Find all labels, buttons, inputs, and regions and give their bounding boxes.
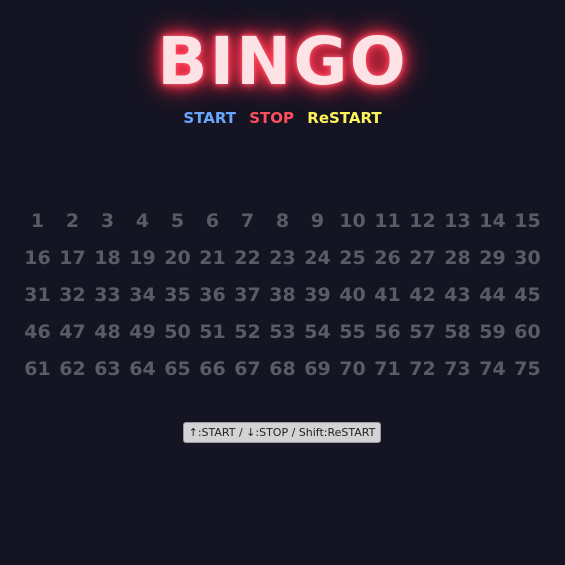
number-cell: 62 <box>59 358 86 380</box>
number-cell: 42 <box>409 284 436 306</box>
number-cell: 36 <box>199 284 226 306</box>
number-cell: 17 <box>59 247 86 269</box>
number-cell: 49 <box>129 321 156 343</box>
number-cell: 47 <box>59 321 86 343</box>
number-cell: 40 <box>339 284 366 306</box>
number-cell: 27 <box>409 247 436 269</box>
number-cell: 25 <box>339 247 366 269</box>
number-cell: 60 <box>514 321 541 343</box>
number-cell: 32 <box>59 284 86 306</box>
number-cell: 45 <box>514 284 541 306</box>
number-cell: 8 <box>275 210 290 232</box>
number-cell: 61 <box>24 358 51 380</box>
stop-button[interactable]: STOP <box>249 108 294 128</box>
number-cell: 67 <box>234 358 261 380</box>
number-cell: 19 <box>129 247 156 269</box>
number-cell: 33 <box>94 284 121 306</box>
number-cell: 52 <box>234 321 261 343</box>
number-cell: 66 <box>199 358 226 380</box>
number-cell: 37 <box>234 284 261 306</box>
number-cell: 21 <box>199 247 226 269</box>
number-cell: 48 <box>94 321 121 343</box>
number-cell: 41 <box>374 284 401 306</box>
number-cell: 68 <box>269 358 296 380</box>
number-cell: 5 <box>170 210 185 232</box>
number-cell: 29 <box>479 247 506 269</box>
number-cell: 57 <box>409 321 436 343</box>
number-cell: 73 <box>444 358 471 380</box>
number-cell: 43 <box>444 284 471 306</box>
number-cell: 64 <box>129 358 156 380</box>
number-cell: 58 <box>444 321 471 343</box>
number-cell: 28 <box>444 247 471 269</box>
number-cell: 1 <box>30 210 45 232</box>
number-cell: 50 <box>164 321 191 343</box>
number-cell: 3 <box>100 210 115 232</box>
number-cell: 13 <box>444 210 471 232</box>
number-cell: 18 <box>94 247 121 269</box>
number-cell: 56 <box>374 321 401 343</box>
number-cell: 4 <box>135 210 150 232</box>
number-cell: 69 <box>304 358 331 380</box>
number-cell: 63 <box>94 358 121 380</box>
page-title: BINGO <box>157 23 408 100</box>
number-cell: 65 <box>164 358 191 380</box>
number-cell: 72 <box>409 358 436 380</box>
number-cell: 10 <box>339 210 366 232</box>
number-cell: 54 <box>304 321 331 343</box>
number-cell: 38 <box>269 284 296 306</box>
number-cell: 34 <box>129 284 156 306</box>
start-button[interactable]: START <box>183 108 236 128</box>
number-cell: 14 <box>479 210 506 232</box>
number-cell: 16 <box>24 247 51 269</box>
number-cell: 55 <box>339 321 366 343</box>
number-cell: 75 <box>514 358 541 380</box>
number-cell: 24 <box>304 247 331 269</box>
number-cell: 6 <box>205 210 220 232</box>
number-cell: 44 <box>479 284 506 306</box>
controls-bar: START STOP ReSTART <box>0 108 565 128</box>
number-cell: 46 <box>24 321 51 343</box>
number-cell: 22 <box>234 247 261 269</box>
number-cell: 39 <box>304 284 331 306</box>
number-board: 1 2 3 4 5 6 7 8 9 10 11 12 13 14 15 16 17 18 19 20 21 22 23 24 2… <box>20 203 545 388</box>
number-cell: 9 <box>310 210 325 232</box>
number-cell: 15 <box>514 210 541 232</box>
number-cell: 11 <box>374 210 401 232</box>
number-cell: 74 <box>479 358 506 380</box>
number-cell: 35 <box>164 284 191 306</box>
number-cell: 70 <box>339 358 366 380</box>
bingo-app: BINGO START STOP ReSTART 1 2 3 4 5 6 7 8 9 10 11 12… <box>0 0 565 565</box>
number-cell: 20 <box>164 247 191 269</box>
number-cell: 59 <box>479 321 506 343</box>
number-cell: 30 <box>514 247 541 269</box>
number-cell: 7 <box>240 210 255 232</box>
restart-button[interactable]: ReSTART <box>307 108 381 128</box>
number-cell: 23 <box>269 247 296 269</box>
number-cell: 71 <box>374 358 401 380</box>
number-cell: 53 <box>269 321 296 343</box>
keyboard-hint: ↑:START / ↓:STOP / Shift:ReSTART <box>183 422 381 443</box>
number-cell: 12 <box>409 210 436 232</box>
number-cell: 2 <box>65 210 80 232</box>
number-cell: 51 <box>199 321 226 343</box>
number-cell: 26 <box>374 247 401 269</box>
number-cell: 31 <box>24 284 51 306</box>
